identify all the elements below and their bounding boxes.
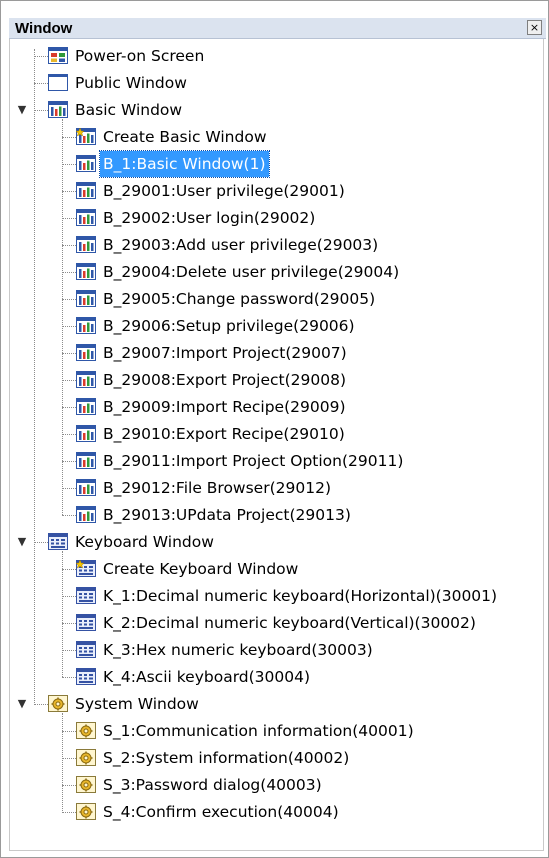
basic-window-icon: [76, 155, 96, 172]
tree-node-label: Keyboard Window: [75, 533, 214, 551]
tree-line-keyboard-head: [34, 542, 48, 543]
tree-line-child: [62, 623, 76, 624]
tree-node-label: Power-on Screen: [75, 47, 205, 65]
basic-window-icon: [76, 209, 96, 226]
tree-line-child: [62, 353, 76, 354]
create-keyboard-window-icon: [76, 560, 96, 577]
tree-node-label: S_4:Confirm execution(40004): [103, 803, 339, 821]
tree-line-child: [62, 299, 76, 300]
keyboard-window-icon: [76, 587, 96, 604]
window-panel: Window × Power-on Screen Public Window ▼…: [0, 0, 549, 858]
tree-line-power-on: [34, 56, 48, 57]
system-window-icon: [76, 722, 96, 739]
basic-window-icon: [48, 101, 68, 118]
basic-window-icon: [76, 263, 96, 280]
tree-line-child: [62, 731, 76, 732]
tree-line-child: [62, 812, 76, 813]
system-window-icon: [76, 749, 96, 766]
tree-line-child: [62, 407, 76, 408]
tree-node-label: System Window: [75, 695, 199, 713]
tree-line-child: [62, 164, 76, 165]
basic-window-icon: [76, 236, 96, 253]
tree-line-child: [62, 137, 76, 138]
tree-line-child: [62, 650, 76, 651]
tree-line-child: [62, 596, 76, 597]
close-button[interactable]: ×: [527, 20, 542, 35]
basic-window-icon: [76, 479, 96, 496]
tree-node-label: S_3:Password dialog(40003): [103, 776, 322, 794]
tree-node-label: B_29004:Delete user privilege(29004): [103, 263, 400, 281]
tree-line-child: [62, 461, 76, 462]
window-tree: Power-on Screen Public Window ▼ Basic Wi…: [9, 39, 544, 851]
basic-window-icon: [76, 398, 96, 415]
collapse-toggle-basic[interactable]: ▼: [17, 104, 27, 115]
tree-node-label: B_29003:Add user privilege(29003): [103, 236, 379, 254]
keyboard-window-icon: [76, 668, 96, 685]
tree-line-basic-head: [34, 110, 48, 111]
tree-line-public: [34, 83, 48, 84]
keyboard-window-icon: [48, 533, 68, 550]
tree-node-label: K_3:Hex numeric keyboard(30003): [103, 641, 373, 659]
basic-window-icon: [76, 506, 96, 523]
keyboard-window-icon: [76, 641, 96, 658]
tree-node-label: Create Keyboard Window: [103, 560, 299, 578]
tree-node-label: B_29013:UPdata Project(29013): [103, 506, 351, 524]
tree-node-label: Public Window: [75, 74, 187, 92]
collapse-toggle-system[interactable]: ▼: [17, 698, 27, 709]
create-basic-window-icon: [76, 128, 96, 145]
tree-line-child: [62, 434, 76, 435]
tree-line-child: [62, 569, 76, 570]
tree-line-child: [62, 191, 76, 192]
tree-line-system-head: [34, 704, 48, 705]
tree-node-label: K_1:Decimal numeric keyboard(Horizontal)…: [103, 587, 498, 605]
tree-line-child: [62, 380, 76, 381]
tree-node-label: B_29010:Export Recipe(29010): [103, 425, 345, 443]
tree-node-label: S_2:System information(40002): [103, 749, 350, 767]
tree-node-label: B_29008:Export Project(29008): [103, 371, 347, 389]
panel-titlebar: Window ×: [9, 18, 546, 39]
tree-node-label: B_29012:File Browser(29012): [103, 479, 331, 497]
basic-window-icon: [76, 317, 96, 334]
basic-window-icon: [76, 290, 96, 307]
tree-node-label: K_4:Ascii keyboard(30004): [103, 668, 311, 686]
basic-window-icon: [76, 452, 96, 469]
tree-line-child: [62, 677, 76, 678]
tree-line-child: [62, 218, 76, 219]
tree-line-child: [62, 785, 76, 786]
tree-line-basic: [62, 119, 63, 515]
keyboard-window-icon: [76, 614, 96, 631]
tree-line-child: [62, 515, 76, 516]
system-window-icon: [76, 803, 96, 820]
tree-node-label: Create Basic Window: [103, 128, 267, 146]
window-icon: [48, 74, 68, 91]
tree-node-label: B_1:Basic Window(1): [99, 150, 270, 178]
basic-window-icon: [76, 371, 96, 388]
tree-node-label: S_1:Communication information(40001): [103, 722, 414, 740]
basic-window-icon: [76, 182, 96, 199]
tree-line-child: [62, 245, 76, 246]
tree-node-label: B_29009:Import Recipe(29009): [103, 398, 346, 416]
tree-node-label: B_29002:User login(29002): [103, 209, 316, 227]
tree-node-label: Basic Window: [75, 101, 183, 119]
tree-line-child: [62, 758, 76, 759]
tree-line-system: [62, 713, 63, 811]
panel-title: Window: [15, 20, 73, 37]
system-window-icon: [76, 776, 96, 793]
basic-window-icon: [76, 425, 96, 442]
power-on-screen-icon: [48, 47, 68, 64]
close-icon: ×: [529, 21, 540, 34]
tree-node-label: B_29001:User privilege(29001): [103, 182, 345, 200]
tree-node-label: B_29005:Change password(29005): [103, 290, 376, 308]
tree-node-label: B_29011:Import Project Option(29011): [103, 452, 404, 470]
tree-line-child: [62, 488, 76, 489]
tree-line-child: [62, 272, 76, 273]
tree-node-label: B_29007:Import Project(29007): [103, 344, 347, 362]
tree-line-root: [34, 49, 35, 703]
tree-node-label: B_29006:Setup privilege(29006): [103, 317, 355, 335]
tree-node-label: K_2:Decimal numeric keyboard(Vertical)(3…: [103, 614, 476, 632]
system-window-icon: [48, 695, 68, 712]
tree-line-child: [62, 326, 76, 327]
basic-window-icon: [76, 344, 96, 361]
collapse-toggle-keyboard[interactable]: ▼: [17, 536, 27, 547]
